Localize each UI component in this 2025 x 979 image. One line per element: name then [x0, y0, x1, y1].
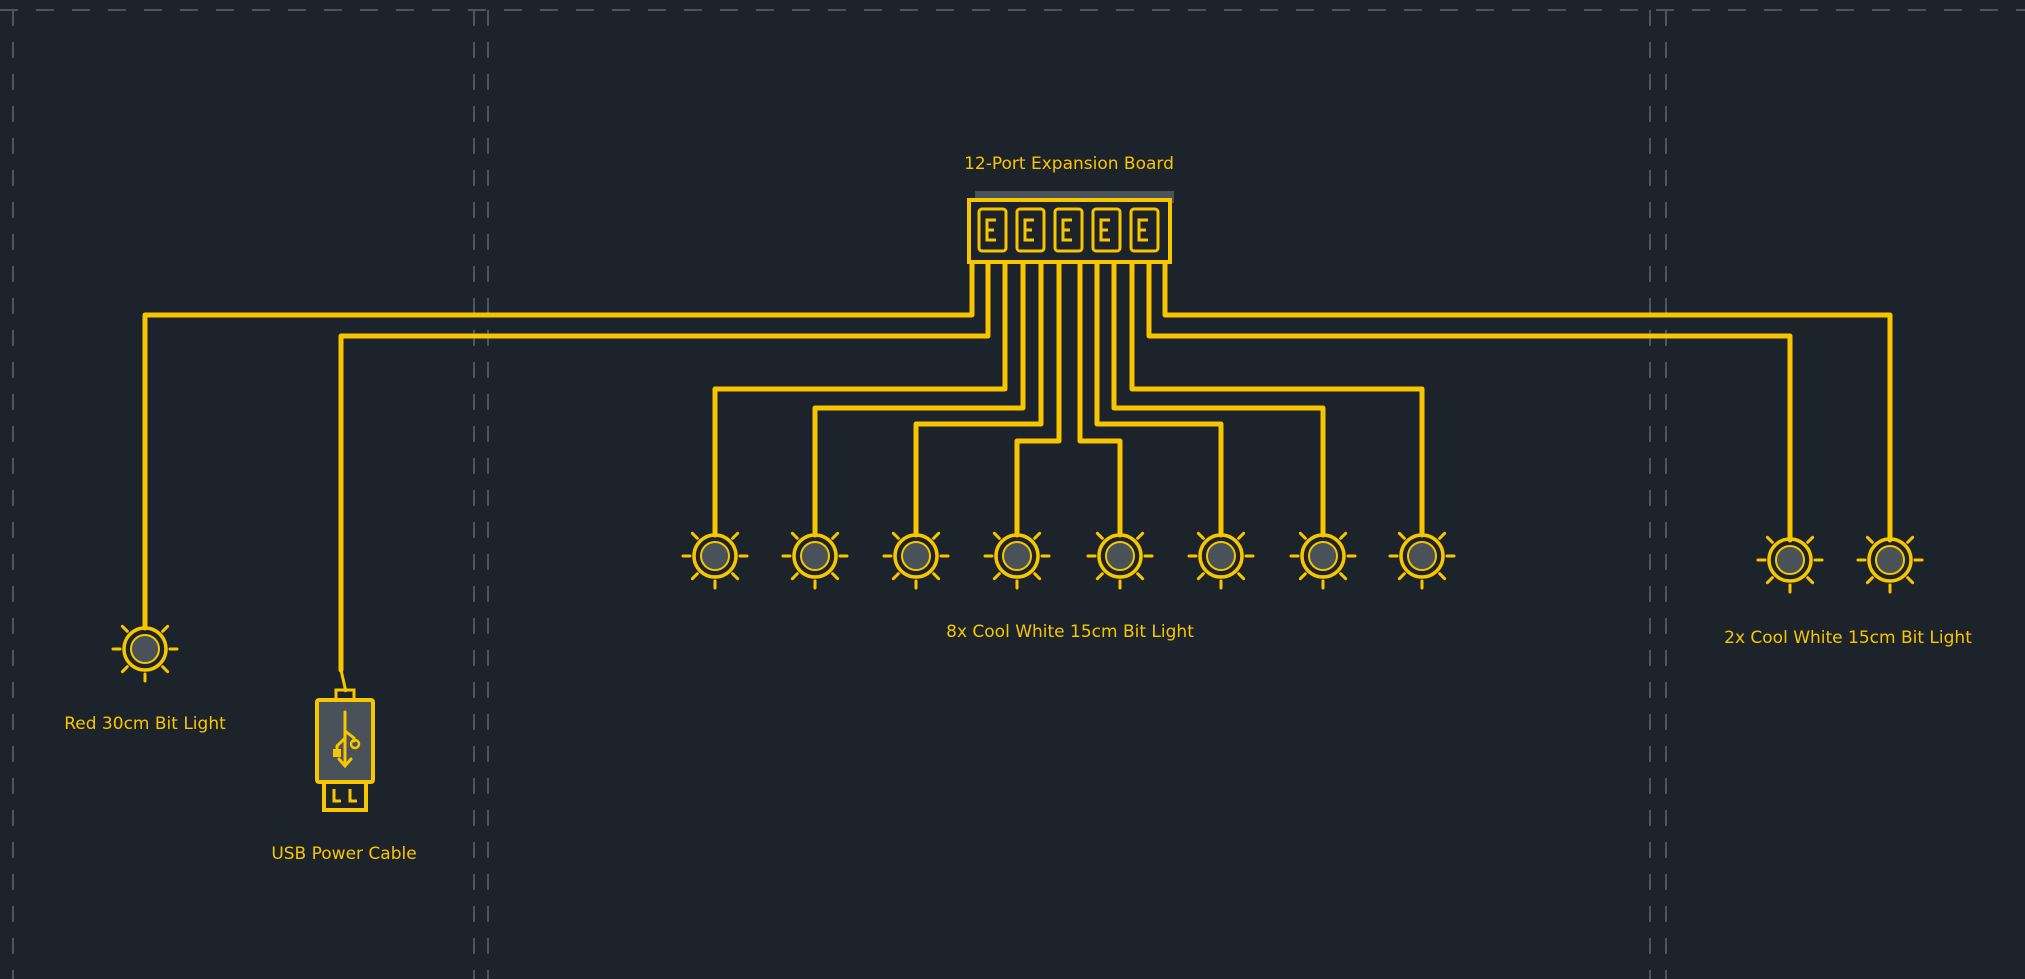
bulb-icon-group-a-3 [882, 522, 950, 590]
group8-label: 8x Cool White 15cm Bit Light [946, 622, 1194, 642]
wire-light-1 [712, 259, 1008, 538]
bulb-ray [932, 531, 941, 540]
bulb-ray [1339, 572, 1348, 581]
bulb-ray [1765, 535, 1774, 544]
bulb-icon-group-a-7 [1289, 522, 1357, 590]
bulb-ray [992, 531, 1001, 540]
bulb-icon-group-b-1 [1756, 526, 1824, 594]
board-label: 12-Port Expansion Board [964, 154, 1174, 174]
bulb-center [1308, 541, 1338, 571]
bulb-center [800, 541, 830, 571]
bulb-ray [120, 665, 129, 674]
bulb-ray [1196, 531, 1205, 540]
bulb-ray [120, 624, 129, 633]
bulb-ray [1438, 531, 1447, 540]
bulb-icon-group-a-8 [1388, 522, 1456, 590]
bulb-ray [690, 531, 699, 540]
usb-power-cable-icon [315, 669, 375, 812]
bulb-ray [1298, 572, 1307, 581]
bulb-ray [790, 531, 799, 540]
bulb-ray [1806, 576, 1815, 585]
bulb-ray [891, 531, 900, 540]
bulb-ray [1397, 572, 1406, 581]
bulb-ray [1397, 531, 1406, 540]
bulb-ray [1906, 535, 1915, 544]
bulb-center [1407, 541, 1437, 571]
bulb-icon-red [111, 615, 179, 683]
wire-light-2 [812, 259, 1026, 538]
bulb-ray [1095, 572, 1104, 581]
bulb-icon-group-a-2 [781, 522, 849, 590]
bulb-ray [1033, 531, 1042, 540]
wiring-diagram: 12-Port Expansion Board Red 30cm Bit Lig… [0, 0, 2025, 979]
wire-light-9 [1146, 259, 1793, 543]
bulb-ray [1237, 531, 1246, 540]
bulb-ray [731, 572, 740, 581]
bulb-ray [1438, 572, 1447, 581]
red-light-label: Red 30cm Bit Light [64, 714, 226, 734]
usb-plug [322, 780, 368, 812]
diagram-canvas [0, 9, 2025, 979]
bulb-icon-group-a-1 [681, 522, 749, 590]
bulb-ray [831, 531, 840, 540]
wire-red-light [142, 259, 975, 631]
bulb-ray [161, 665, 170, 674]
wire-light-10 [1162, 259, 1893, 543]
bulb-ray [1095, 531, 1104, 540]
bulb-icon-group-a-6 [1187, 522, 1255, 590]
group2-label: 2x Cool White 15cm Bit Light [1724, 628, 1972, 648]
usb-label: USB Power Cable [271, 844, 417, 864]
bulb-ray [1906, 576, 1915, 585]
bulb-icon-group-a-4 [983, 522, 1051, 590]
bulb-ray [992, 572, 1001, 581]
bulb-ray [1339, 531, 1348, 540]
expansion-board [967, 191, 1174, 264]
bulb-ray [932, 572, 941, 581]
bulb-center [1775, 545, 1805, 575]
bulb-center [1002, 541, 1032, 571]
bulb-ray [1033, 572, 1042, 581]
bulb-ray [1136, 572, 1145, 581]
bulb-center [1206, 541, 1236, 571]
wires [142, 259, 1893, 673]
bulb-center [1105, 541, 1135, 571]
bulb-ray [1806, 535, 1815, 544]
usb-symbol-square [333, 749, 341, 757]
bulb-ray [1865, 576, 1874, 585]
bulb-center [700, 541, 730, 571]
bulb-center [130, 634, 160, 664]
usb-plug-contacts [332, 789, 357, 803]
bulb-ray [1237, 572, 1246, 581]
bulb-center [901, 541, 931, 571]
bulb-icon-group-b-2 [1856, 526, 1924, 594]
bulb-ray [690, 572, 699, 581]
wire-light-8 [1129, 259, 1425, 538]
wire-usb [338, 259, 991, 673]
bulb-icon-group-a-5 [1086, 522, 1154, 590]
bulb-ray [1196, 572, 1205, 581]
bulb-ray [1865, 535, 1874, 544]
bulb-ray [1136, 531, 1145, 540]
bulb-ray [790, 572, 799, 581]
bulb-ray [831, 572, 840, 581]
bulb-center [1875, 545, 1905, 575]
bulb-ray [731, 531, 740, 540]
bulb-ray [891, 572, 900, 581]
bulb-ray [161, 624, 170, 633]
bulb-ray [1765, 576, 1774, 585]
bulb-ray [1298, 531, 1307, 540]
